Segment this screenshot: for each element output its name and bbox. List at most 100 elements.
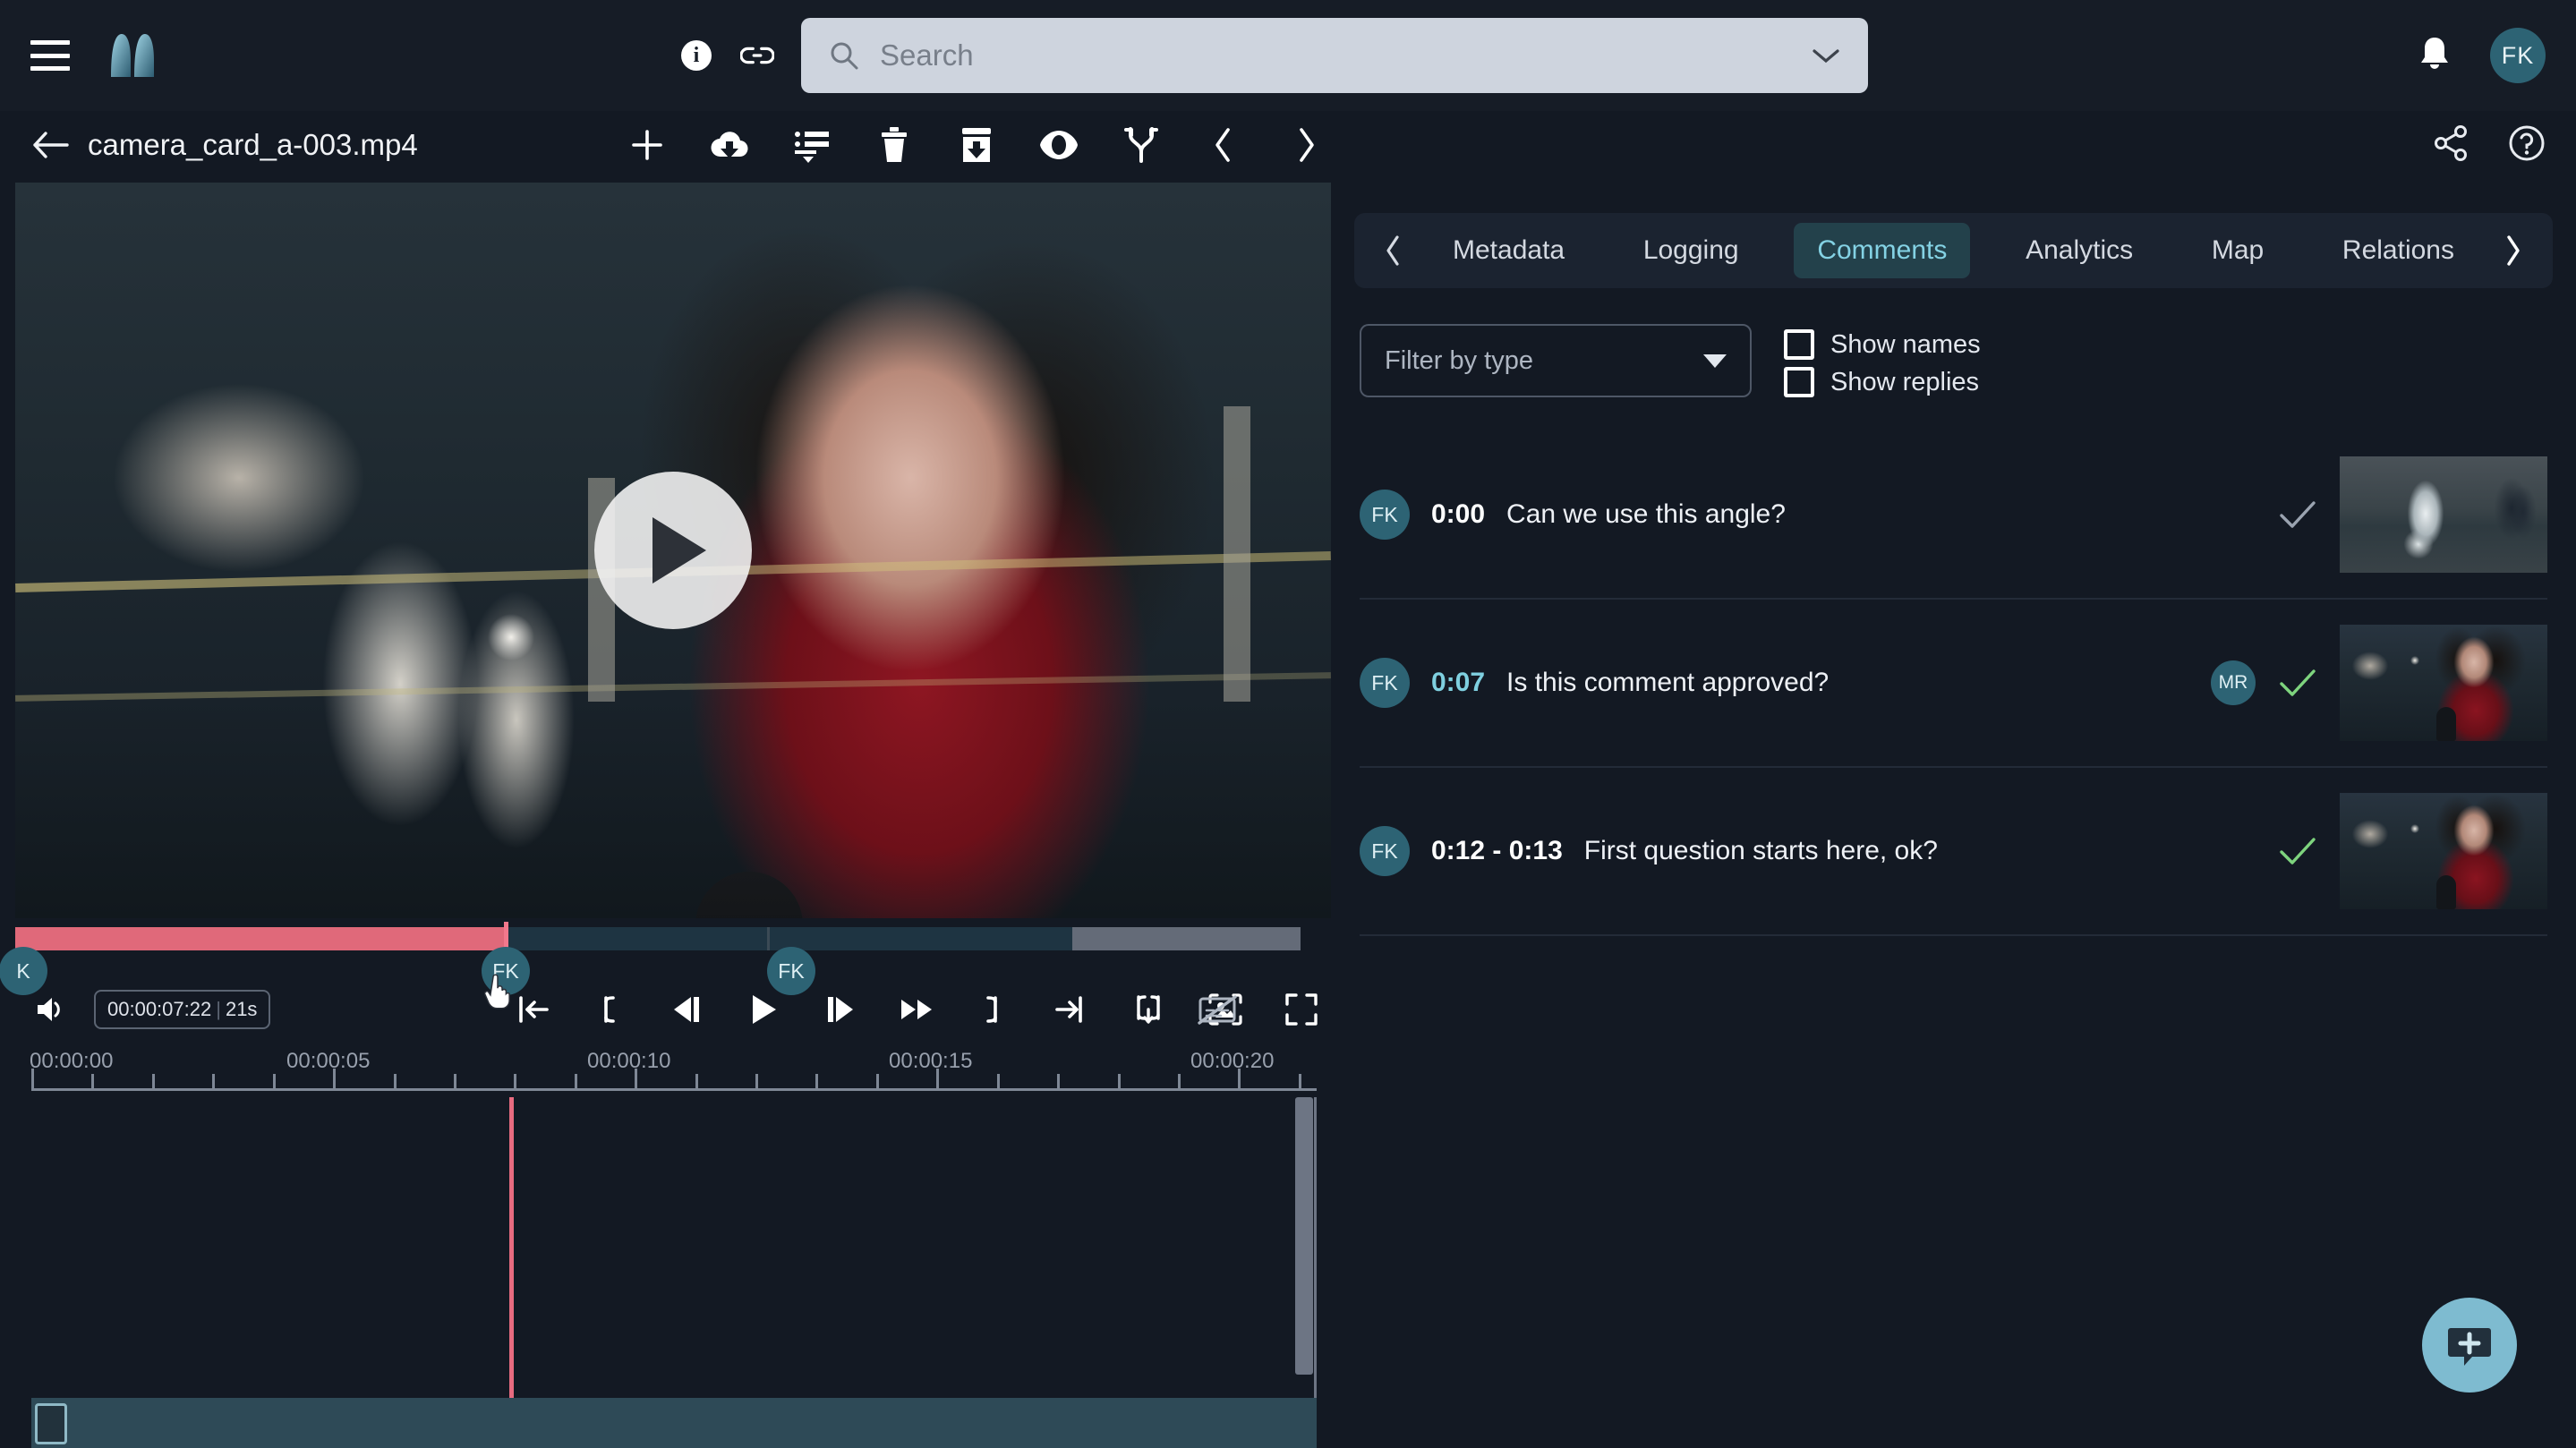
- tab-analytics[interactable]: Analytics: [2002, 223, 2156, 278]
- next-asset-button[interactable]: [1285, 124, 1326, 166]
- chevron-down-icon: [1703, 354, 1727, 368]
- comment-author-avatar: FK: [1360, 658, 1410, 708]
- fullscreen-icon[interactable]: [1281, 989, 1322, 1030]
- subbar-right-group: [2433, 124, 2546, 166]
- ruler-tick: [91, 1074, 94, 1090]
- add-comment-button[interactable]: [2422, 1298, 2517, 1393]
- ruler-label: 00:00:05: [286, 1049, 370, 1074]
- ruler-tick: [1238, 1069, 1241, 1090]
- timeline-clip[interactable]: [31, 1398, 1317, 1448]
- ruler-label: 00:00:10: [587, 1049, 670, 1074]
- tab-metadata[interactable]: Metadata: [1429, 223, 1588, 278]
- arrow-left-icon[interactable]: [30, 125, 70, 165]
- volume-icon[interactable]: [33, 990, 73, 1029]
- comment-timestamp[interactable]: 0:00: [1431, 499, 1485, 530]
- transport-controls: 00:00:07:22|21s: [15, 977, 1331, 1042]
- preview-button[interactable]: [1038, 124, 1079, 166]
- set-in-point-button[interactable]: [589, 989, 630, 1030]
- comment-thumbnail[interactable]: [2340, 625, 2547, 741]
- tab-comments[interactable]: Comments: [1794, 223, 1970, 278]
- transport-button-group: [512, 989, 1246, 1030]
- player-view-controls: [1197, 989, 1322, 1030]
- search-input[interactable]: Search: [880, 38, 1791, 72]
- previous-asset-button[interactable]: [1203, 124, 1244, 166]
- go-to-start-button[interactable]: [512, 989, 553, 1030]
- ruler-label: 00:00:20: [1190, 1049, 1274, 1074]
- comment-thumbnail[interactable]: [2340, 793, 2547, 909]
- ruler-label: 00:00:00: [30, 1049, 113, 1074]
- play-button[interactable]: [743, 989, 784, 1030]
- chevron-down-icon[interactable]: [1811, 46, 1841, 65]
- comment-timestamp[interactable]: 0:07: [1431, 668, 1485, 698]
- go-to-end-button[interactable]: [1051, 989, 1092, 1030]
- timeline-clip-handle[interactable]: [35, 1403, 67, 1444]
- info-icon[interactable]: i: [681, 40, 712, 71]
- asset-toolbar: camera_card_a-003.mp4: [0, 111, 2576, 179]
- comment-resolve-check-icon[interactable]: [2277, 830, 2318, 872]
- comment-item[interactable]: FK 0:12 - 0:13 First question starts her…: [1360, 768, 2547, 936]
- ruler-tick: [876, 1074, 879, 1090]
- list-options-button[interactable]: [791, 124, 832, 166]
- tab-map[interactable]: Map: [2188, 223, 2287, 278]
- comment-list: FK 0:00 Can we use this angle? FK 0:07 I…: [1360, 431, 2547, 936]
- ruler-tick: [1178, 1074, 1181, 1090]
- timeline-scrollbar[interactable]: [1295, 1097, 1313, 1375]
- search-icon: [828, 39, 860, 72]
- timeline-playhead[interactable]: [509, 1097, 514, 1448]
- prev-tab-button[interactable]: [1374, 231, 1413, 270]
- player-pane: K FK FK: [0, 179, 1331, 1448]
- ruler-tick: [31, 1069, 34, 1090]
- ruler-tick: [936, 1069, 939, 1090]
- timeline-panel[interactable]: [31, 1097, 1317, 1448]
- comment-resolve-check-icon[interactable]: [2277, 494, 2318, 535]
- video-scrubber[interactable]: K FK FK: [15, 918, 1331, 977]
- show-names-checkbox-row[interactable]: Show names: [1784, 329, 1981, 360]
- set-out-point-button[interactable]: [974, 989, 1015, 1030]
- step-backward-button[interactable]: [666, 989, 707, 1030]
- subtitles-off-icon[interactable]: [1197, 989, 1238, 1030]
- ruler-tick: [755, 1074, 758, 1090]
- app-root: i Search FK: [0, 0, 2576, 1448]
- panel-tabs: Metadata Logging Comments Analytics Map …: [1420, 223, 2486, 278]
- filter-by-type-label: Filter by type: [1385, 346, 1703, 376]
- comment-reply-avatar[interactable]: MR: [2211, 660, 2256, 705]
- timecode-display: 00:00:07:22|21s: [94, 990, 270, 1029]
- search-bar[interactable]: Search: [801, 18, 1868, 93]
- comment-timestamp[interactable]: 0:12 - 0:13: [1431, 836, 1563, 866]
- comment-item[interactable]: FK 0:07 Is this comment approved? MR: [1360, 600, 2547, 768]
- branch-button[interactable]: [1121, 124, 1162, 166]
- show-names-checkbox[interactable]: [1784, 329, 1814, 360]
- ruler-tick: [273, 1074, 276, 1090]
- brand-logo-icon[interactable]: [106, 32, 159, 79]
- tab-relations[interactable]: Relations: [2319, 223, 2478, 278]
- video-player[interactable]: [15, 183, 1331, 918]
- comment-resolve-check-icon[interactable]: [2277, 662, 2318, 703]
- comment-thumbnail[interactable]: [2340, 456, 2547, 573]
- ruler-tick: [333, 1069, 336, 1090]
- tab-logging[interactable]: Logging: [1620, 223, 1762, 278]
- avatar[interactable]: FK: [2490, 28, 2546, 83]
- help-circle-icon[interactable]: [2508, 124, 2546, 166]
- scrubber-segment-divider: [767, 927, 770, 950]
- show-replies-checkbox-row[interactable]: Show replies: [1784, 367, 1981, 397]
- comment-item[interactable]: FK 0:00 Can we use this angle?: [1360, 431, 2547, 600]
- ruler-baseline: [31, 1088, 1317, 1091]
- delete-button[interactable]: [874, 124, 915, 166]
- show-replies-checkbox[interactable]: [1784, 367, 1814, 397]
- next-tab-button[interactable]: [2494, 231, 2533, 270]
- hamburger-menu-icon[interactable]: [30, 40, 70, 71]
- filter-by-type-select[interactable]: Filter by type: [1360, 324, 1752, 397]
- add-button[interactable]: [627, 124, 668, 166]
- share-icon[interactable]: [2433, 125, 2469, 166]
- link-icon[interactable]: [740, 38, 774, 72]
- timeline-tracks[interactable]: [15, 1097, 1331, 1448]
- download-button[interactable]: [709, 124, 750, 166]
- archive-button[interactable]: [956, 124, 997, 166]
- timeline-ruler[interactable]: 00:00:00 00:00:05 00:00:10 00:00:15 00:0…: [15, 1042, 1331, 1097]
- ruler-label: 00:00:15: [889, 1049, 972, 1074]
- play-overlay-button[interactable]: [594, 472, 752, 629]
- bell-icon[interactable]: [2417, 35, 2452, 76]
- fast-forward-button[interactable]: [897, 989, 938, 1030]
- set-range-button[interactable]: [1128, 989, 1169, 1030]
- step-forward-button[interactable]: [820, 989, 861, 1030]
